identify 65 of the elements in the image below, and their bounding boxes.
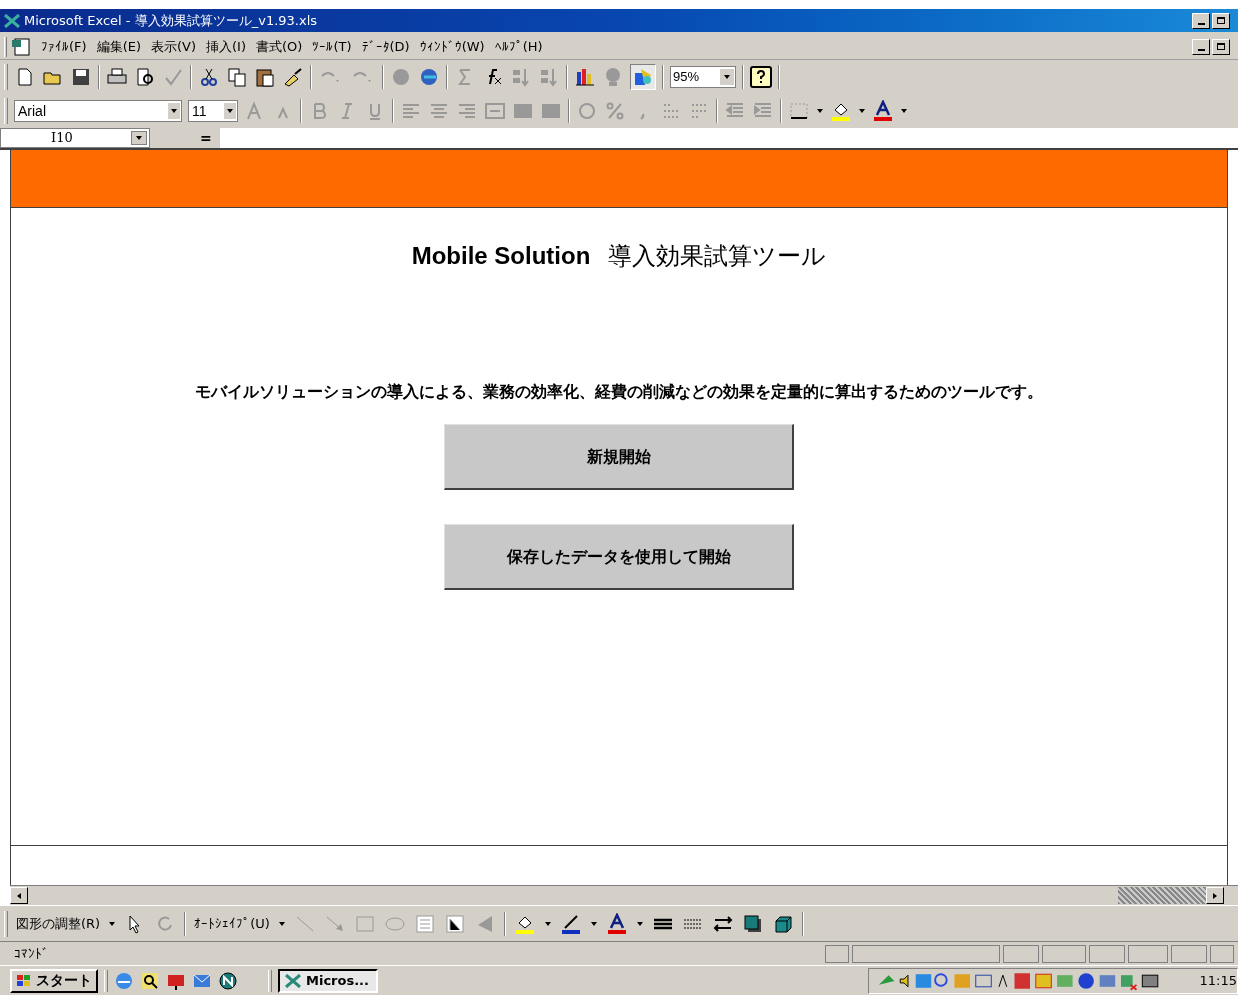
menu-item[interactable]: 挿入(I) — [206, 36, 246, 57]
dropdown-arrow-icon[interactable] — [816, 107, 824, 115]
minimize-button[interactable] — [1192, 12, 1210, 29]
menu-item[interactable]: ｳｨﾝﾄﾞｳ(W) — [419, 36, 485, 57]
menu-item[interactable]: ﾍﾙﾌﾟ(H) — [494, 36, 543, 57]
excel-logo-icon — [4, 13, 20, 28]
menu-item[interactable]: 書式(O) — [256, 36, 303, 57]
dropdown-arrow-icon[interactable] — [108, 919, 117, 928]
save-icon[interactable] — [70, 66, 92, 88]
font-dropdown[interactable]: Arial — [14, 100, 182, 122]
dropdown-arrow-icon[interactable] — [543, 919, 552, 928]
scroll-right-button[interactable] — [1206, 887, 1224, 904]
taskbar-window-button[interactable]: Micros... — [278, 968, 378, 993]
search-icon[interactable] — [140, 970, 160, 991]
toolbar-menu-button[interactable]: 図形の調整(R) — [16, 913, 101, 934]
dropdown-arrow-icon[interactable] — [589, 919, 598, 928]
scroll-thumb[interactable] — [1118, 887, 1206, 904]
status-text: ｺﾏﾝﾄﾞ — [14, 944, 49, 963]
dropdown-arrow-icon[interactable] — [635, 919, 644, 928]
equals-sign: = — [200, 128, 213, 148]
paste-icon[interactable] — [254, 66, 276, 88]
help-icon[interactable] — [750, 66, 772, 88]
restore-button[interactable] — [1212, 12, 1230, 29]
menu-item[interactable]: ﾂｰﾙ(T) — [312, 36, 352, 57]
document-icon[interactable] — [11, 36, 33, 57]
sheet-title: 導入効果試算ツール — [608, 241, 827, 272]
name-box[interactable]: I10 — [0, 128, 150, 148]
line-color-icon[interactable] — [559, 912, 582, 935]
toolbar-menu-button[interactable]: ｵｰﾄｼｪｲﾌﾟ(U) — [194, 913, 270, 934]
new-start-button[interactable]: 新規開始 — [444, 424, 794, 490]
description-text: モバイルソリューションの導入による、業務の効率化、経費の削減などの効果を定量的に算出するためのツールです。 — [194, 381, 1044, 403]
menu-item[interactable]: ﾃﾞｰﾀ(D) — [361, 36, 410, 57]
shadow-icon[interactable] — [741, 912, 764, 935]
borders-icon[interactable] — [788, 100, 810, 122]
excel-logo-icon — [284, 973, 302, 988]
cut-icon[interactable] — [198, 66, 220, 88]
windows-logo-icon — [16, 973, 32, 988]
left-arrow-icon — [15, 891, 23, 900]
font-size-dropdown[interactable]: 11 — [188, 100, 238, 122]
font-color-icon[interactable] — [605, 912, 628, 935]
print-preview-icon[interactable] — [134, 66, 156, 88]
sheet-title: Mobile Solution — [411, 241, 591, 271]
window-title: Microsoft Excel - 導入効果試算ツール_v1.93.xls — [24, 11, 318, 30]
start-button[interactable]: スタート — [10, 968, 98, 993]
dropdown-arrow-icon[interactable] — [858, 107, 866, 115]
paintbrush-icon[interactable] — [282, 66, 304, 88]
scroll-left-button[interactable] — [10, 887, 28, 904]
restore-button[interactable] — [1212, 38, 1230, 55]
navigator-icon[interactable] — [218, 970, 238, 991]
dropdown-arrow-icon[interactable] — [277, 919, 286, 928]
dropdown-arrow-icon[interactable] — [900, 107, 908, 115]
zoom-dropdown[interactable]: 95% — [670, 66, 736, 88]
menu-item[interactable]: 表示(V) — [151, 36, 197, 57]
font-color-icon[interactable] — [872, 100, 894, 122]
clock: 11:15 — [1199, 971, 1237, 990]
menu-item[interactable]: 編集(E) — [96, 36, 141, 57]
load-start-button[interactable]: 保存したデータを使用して開始 — [444, 524, 794, 590]
horizontal-scrollbar[interactable] — [10, 885, 1238, 905]
right-arrow-icon — [1211, 891, 1219, 900]
drawing-toggle-icon[interactable] — [630, 64, 656, 90]
minimize-button[interactable] — [1192, 38, 1210, 55]
copy-icon[interactable] — [226, 66, 248, 88]
menu-item[interactable]: ﾌｧｲﾙ(F) — [41, 36, 87, 57]
formula-field[interactable] — [220, 128, 1238, 148]
bar-chart-icon[interactable] — [574, 66, 596, 88]
